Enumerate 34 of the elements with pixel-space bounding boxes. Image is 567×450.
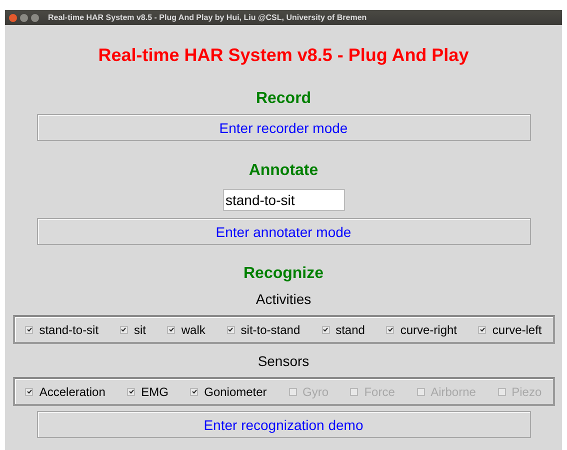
check-icon	[168, 327, 174, 332]
checkbox[interactable]: walk	[167, 322, 206, 336]
section-heading: Recognize	[243, 265, 324, 284]
maximize-icon[interactable]	[31, 14, 39, 22]
check-icon	[128, 389, 134, 394]
checkbox[interactable]: EMG	[127, 384, 168, 398]
check-icon	[228, 327, 234, 332]
sensors-label: Sensors	[258, 353, 310, 371]
checkbox[interactable]: Goniometer	[190, 384, 267, 398]
section-heading: Annotate	[248, 162, 318, 181]
minimize-icon[interactable]	[20, 14, 28, 22]
check-icon	[121, 327, 126, 332]
check-icon	[480, 327, 485, 332]
checkbox[interactable]: stand-to-sit	[25, 322, 99, 336]
checkbox[interactable]: curve-left	[478, 322, 542, 336]
check-icon	[388, 327, 393, 332]
checkbox[interactable]: stand	[322, 322, 365, 336]
checkbox[interactable]: sit	[120, 322, 146, 336]
checkbox[interactable]: sit-to-stand	[226, 322, 300, 336]
annotater-button[interactable]: Enter annotater mode	[36, 218, 530, 245]
window-title: Real-time HAR System v8.5 - Plug And Play by Hui, Liu @CSL, University of Bremen	[48, 13, 367, 22]
activities-label: Activities	[256, 291, 312, 309]
check-icon	[26, 389, 32, 394]
check-icon	[26, 327, 32, 332]
checkbox[interactable]: Acceleration	[25, 384, 106, 398]
demo-button[interactable]: Enter recognization demo	[36, 411, 530, 438]
close-icon[interactable]	[9, 14, 17, 22]
check-icon	[192, 389, 197, 394]
recorder-button[interactable]: Enter recorder mode	[36, 114, 530, 141]
checkbox[interactable]: curve-right	[386, 322, 458, 336]
section-heading: Record	[256, 90, 312, 109]
app-heading: Real-time HAR System v8.5 - Plug And Play	[98, 45, 469, 67]
activity-field[interactable]: stand-to-sit	[222, 189, 344, 211]
check-icon	[323, 327, 328, 332]
